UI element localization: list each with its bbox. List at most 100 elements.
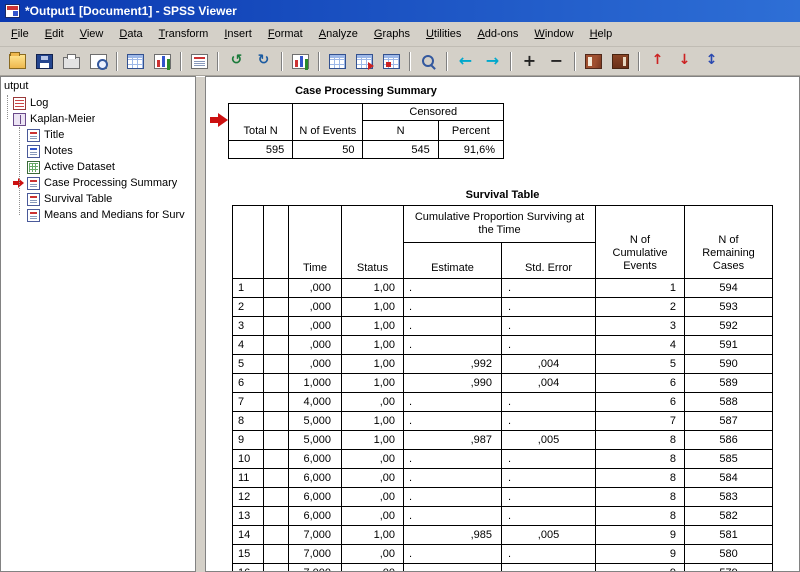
table-icon [27,209,40,222]
menu-add-ons[interactable]: Add-ons [469,24,526,44]
print-preview-icon [90,54,107,69]
variables-button[interactable] [379,50,404,73]
print-button[interactable] [59,50,84,73]
save-button[interactable] [32,50,57,73]
cell-events: 9 [596,526,685,545]
survival-table-row: 157,000,00..9580 [233,545,773,564]
survival-table-row: 74,000,00..6588 [233,393,773,412]
insert-chart-button[interactable] [150,50,175,73]
outline-item-active-dataset[interactable]: Active Dataset [1,159,195,175]
menu-insert[interactable]: Insert [216,24,260,44]
cell-estimate: . [404,393,502,412]
table-icon [27,193,40,206]
redo-button[interactable] [251,50,276,73]
cell-remaining: 581 [685,526,773,545]
cell-remaining: 589 [685,374,773,393]
navigate-forward-icon [484,54,501,69]
outline-item-log[interactable]: Log [1,95,195,111]
cell-estimate: . [404,469,502,488]
open-button[interactable] [5,50,30,73]
cell-events: 7 [596,412,685,431]
menu-transform[interactable]: Transform [151,24,217,44]
show-output-button[interactable] [581,50,606,73]
case-processing-summary-table[interactable]: Total N N of Events Censored N Percent 5… [228,103,504,159]
col-header-total-n: Total N [229,104,293,141]
demote-button[interactable] [672,50,697,73]
outline-item-title[interactable]: Title [1,127,195,143]
collapse-outline-button[interactable] [544,50,569,73]
toolbar-separator [217,52,219,71]
cell-events: 6 [596,393,685,412]
cell-status: 1,00 [342,374,404,393]
toolbar-separator [180,52,182,71]
survival-table-row: 5,0001,00,992,0045590 [233,355,773,374]
goto-data-button[interactable] [123,50,148,73]
toolbar-separator [116,52,118,71]
toolbar-separator [510,52,512,71]
outline-item-survival-table[interactable]: Survival Table [1,191,195,207]
cell-events: 1 [596,279,685,298]
outline-item-case-processing-summary[interactable]: Case Processing Summary [1,175,195,191]
export-button[interactable] [187,50,212,73]
outline-item-output-root[interactable]: utput [1,77,195,95]
undo-button[interactable] [224,50,249,73]
move-up-button[interactable] [699,50,724,73]
col-header-censored-percent: Percent [438,121,503,141]
expand-outline-button[interactable] [517,50,542,73]
notes-icon [27,145,40,158]
menu-edit[interactable]: Edit [37,24,72,44]
menu-format[interactable]: Format [260,24,311,44]
find-button[interactable] [416,50,441,73]
navigate-back-button[interactable] [453,50,478,73]
cell-blank [264,545,289,564]
cell-blank [264,336,289,355]
goto-case-button[interactable] [352,50,377,73]
cell-remaining: 593 [685,298,773,317]
hide-output-button[interactable] [608,50,633,73]
cell-std_error: . [502,279,596,298]
cell-events: 3 [596,317,685,336]
outline-item-kaplan-meier[interactable]: Kaplan-Meier [1,111,195,127]
cell-estimate: . [404,507,502,526]
cell-n-of-events: 50 [293,141,363,159]
pane-splitter[interactable] [196,76,205,572]
menu-window[interactable]: Window [526,24,581,44]
survival-table[interactable]: Time Status Cumulative Proportion Surviv… [232,205,773,572]
navigate-forward-button[interactable] [480,50,505,73]
cell-index: 3 [233,317,264,336]
dataset-icon [27,161,40,174]
menu-file[interactable]: File [3,24,37,44]
outline-item-means-and-medians-for-surv[interactable]: Means and Medians for Surv [1,207,195,223]
survival-table-row: 61,0001,00,990,0046589 [233,374,773,393]
goto-chart-button[interactable] [288,50,313,73]
menu-view[interactable]: View [72,24,112,44]
variables-icon [383,54,400,69]
cell-time: ,000 [289,279,342,298]
menu-analyze[interactable]: Analyze [311,24,366,44]
menu-graphs[interactable]: Graphs [366,24,418,44]
menu-data[interactable]: Data [111,24,150,44]
promote-button[interactable] [645,50,670,73]
dialog-recall-button[interactable] [325,50,350,73]
cell-events: 4 [596,336,685,355]
cell-estimate: . [404,488,502,507]
cell-events: 9 [596,545,685,564]
cell-time: 6,000 [289,507,342,526]
print-preview-button[interactable] [86,50,111,73]
title-bar[interactable]: *Output1 [Document1] - SPSS Viewer [0,0,800,22]
cell-status: ,00 [342,488,404,507]
menu-help[interactable]: Help [582,24,621,44]
cell-status: 1,00 [342,431,404,450]
navigate-back-icon [457,54,474,69]
cell-index: 12 [233,488,264,507]
menu-utilities[interactable]: Utilities [418,24,469,44]
outline-item-notes[interactable]: Notes [1,143,195,159]
toolbar-separator [281,52,283,71]
cell-total-n: 595 [229,141,293,159]
goto-case-icon [356,54,373,69]
cell-remaining: 580 [685,545,773,564]
cell-status: ,00 [342,393,404,412]
cell-time: ,000 [289,355,342,374]
col-header-time: Time [289,206,342,279]
cell-blank [264,507,289,526]
